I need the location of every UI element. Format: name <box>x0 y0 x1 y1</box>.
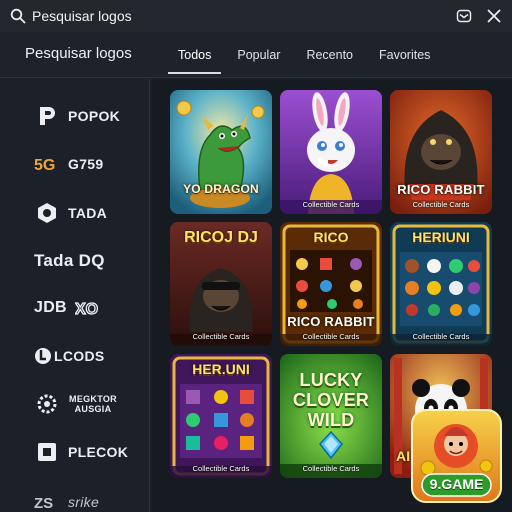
5g-logo-icon: 5G <box>34 157 55 174</box>
search-input[interactable]: Pesquisar logos <box>32 8 442 24</box>
game-title: HER.UNI <box>192 361 250 377</box>
game-caption: Collectible Cards <box>302 200 360 209</box>
9game-badge[interactable]: 9.GAME <box>410 408 503 504</box>
tab-todos[interactable]: Todos <box>168 32 222 78</box>
game-caption: Collectible Cards <box>192 464 250 473</box>
game-title: RICO RABBIT <box>287 314 375 329</box>
tab-recento[interactable]: Recento <box>296 32 363 78</box>
game-caption: Collectible Cards <box>302 332 360 341</box>
close-icon[interactable] <box>486 8 502 24</box>
l-logo-icon <box>35 348 51 364</box>
sidebar-item-g759[interactable]: 5G G759 <box>34 149 103 179</box>
svg-text:ZS: ZS <box>34 495 53 512</box>
badge-label: 9.GAME <box>429 476 484 492</box>
sidebar-item-lcods[interactable]: LCODS <box>34 341 105 371</box>
sidebar-item-jdb[interactable]: JDB XO <box>34 293 113 323</box>
page-title: Pesquisar logos <box>25 45 132 62</box>
game-title: RICOJ DJ <box>184 229 258 246</box>
sidebar-item-plecok[interactable]: PLECOK <box>34 437 128 467</box>
game-caption: Collectible Cards <box>412 332 470 341</box>
search-bar[interactable]: Pesquisar logos <box>0 0 512 32</box>
game-title: LUCKY CLOVER WILD <box>292 370 370 430</box>
game-label: RICO <box>313 229 349 245</box>
game-card[interactable]: HERIUNI Collectible Cards <box>390 222 492 346</box>
game-caption: Collectible Cards <box>302 464 360 473</box>
tab-favorites[interactable]: Favorites <box>369 32 440 78</box>
sidebar-item-megktor[interactable]: MEGKTOR AUSGIA <box>34 389 118 419</box>
xo-logo-icon: XO <box>75 300 99 318</box>
mail-icon[interactable] <box>456 8 472 24</box>
svg-text:5G: 5G <box>34 157 55 174</box>
p-logo-icon <box>40 107 55 125</box>
game-title: YO DRAGON <box>183 182 259 196</box>
sidebar-item-tada-dq[interactable]: Tada DQ <box>34 246 105 276</box>
game-title: HERIUNI <box>412 229 470 245</box>
game-card[interactable]: LUCKY CLOVER WILD Collectible Cards <box>280 354 382 478</box>
game-card[interactable]: RICO RABBIT Collectible Cards <box>390 90 492 214</box>
sidebar-item-srike[interactable]: ZS srike <box>34 487 99 512</box>
svg-text:XO: XO <box>75 301 98 318</box>
tada-logo-icon <box>38 203 56 223</box>
plecok-logo-icon <box>38 443 56 461</box>
tab-popular[interactable]: Popular <box>227 32 290 78</box>
sidebar: POPOK 5G G759 TADA Tada DQ JDB XO LCODS <box>0 79 150 512</box>
game-card[interactable]: HER.UNI Collectible Cards <box>170 354 272 478</box>
game-card[interactable]: RICOJ DJ Collectible Cards <box>170 222 272 346</box>
header: Pesquisar logos Todos Popular Recento Fa… <box>0 32 512 78</box>
game-card[interactable]: Collectible Cards <box>280 90 382 214</box>
game-title: RICO RABBIT <box>397 182 485 197</box>
search-icon <box>10 8 26 24</box>
zs-logo-icon: ZS <box>34 495 53 512</box>
gear-logo-icon <box>37 394 57 414</box>
game-card[interactable]: RICO RICO RABBIT Collectible Cards <box>280 222 382 346</box>
tab-bar: Todos Popular Recento Favorites <box>168 32 446 78</box>
sidebar-item-popok[interactable]: POPOK <box>34 101 120 131</box>
sidebar-item-tada[interactable]: TADA <box>34 198 107 228</box>
game-caption: Collectible Cards <box>412 200 470 209</box>
game-card[interactable]: YO DRAGON <box>170 90 272 214</box>
game-caption: Collectible Cards <box>192 332 250 341</box>
rabbit-artwork <box>280 90 382 214</box>
